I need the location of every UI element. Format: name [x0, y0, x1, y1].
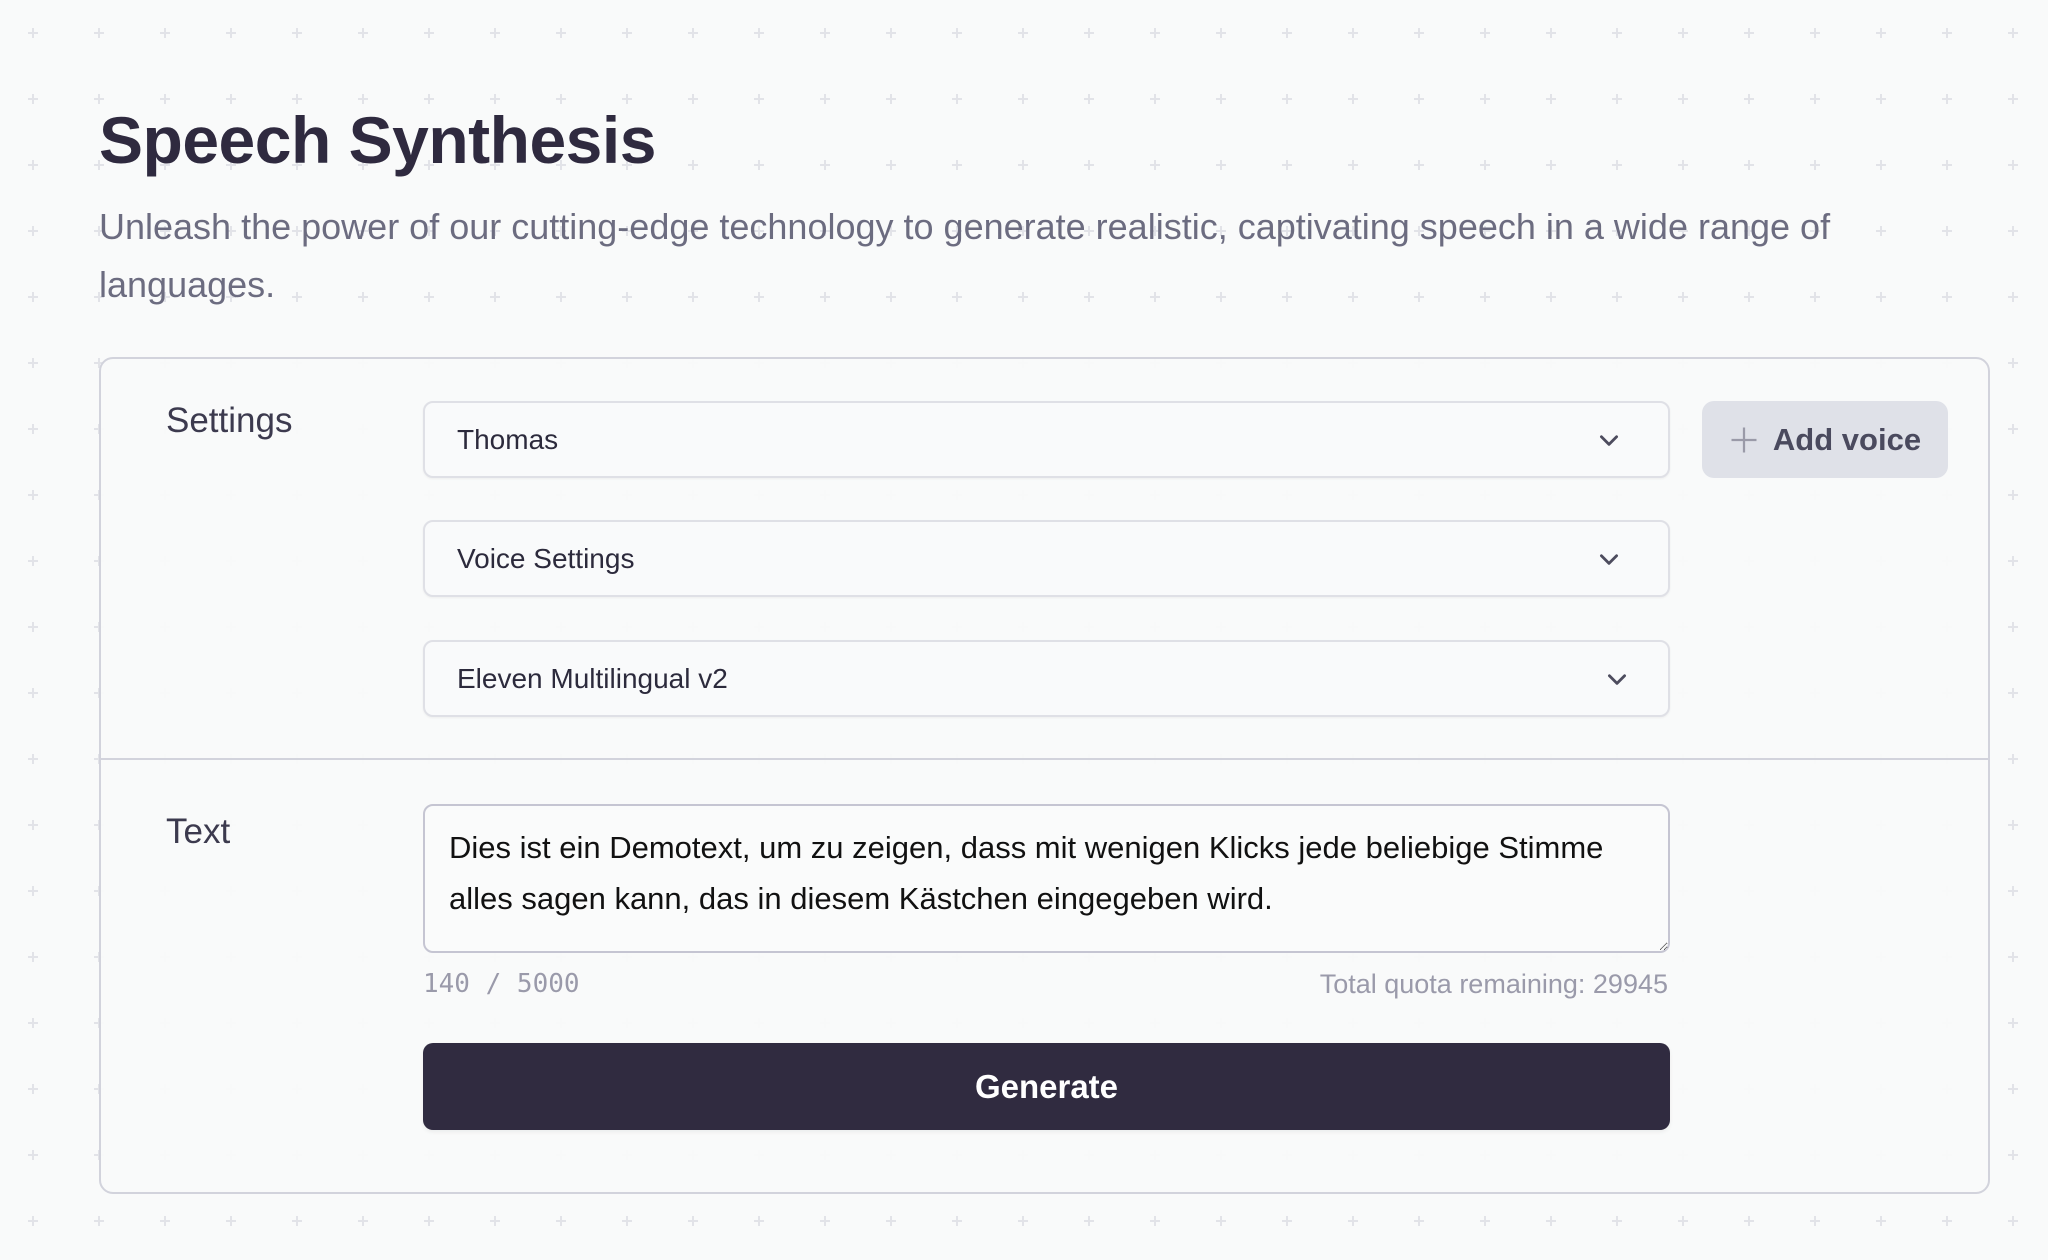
voice-settings-select-value: Voice Settings — [457, 542, 635, 574]
voice-select-value: Thomas — [457, 423, 559, 455]
voice-select[interactable]: Thomas — [423, 401, 1670, 478]
voice-settings-select[interactable]: Voice Settings — [423, 520, 1670, 597]
quota-value: 29945 — [1592, 969, 1668, 999]
chevron-down-icon — [1600, 434, 1618, 446]
text-input[interactable] — [423, 804, 1670, 953]
generate-button[interactable]: Generate — [423, 1043, 1670, 1130]
synthesis-card: Settings Thomas Add voice Voice Settings… — [99, 357, 1990, 1194]
plus-icon — [1731, 427, 1757, 452]
add-voice-label: Add voice — [1772, 421, 1922, 457]
text-section-label: Text — [166, 812, 231, 851]
quota-label: Total quota remaining: — [1319, 969, 1586, 999]
add-voice-button[interactable]: Add voice — [1702, 401, 1948, 478]
page-title: Speech Synthesis — [99, 103, 656, 177]
settings-section-label: Settings — [166, 401, 293, 440]
quota-remaining: Total quota remaining: 29945 — [1320, 969, 1668, 1000]
character-count: 140 / 5000 — [423, 969, 580, 999]
chevron-down-icon — [1608, 673, 1626, 685]
chevron-down-icon — [1600, 553, 1618, 565]
model-select-value: Eleven Multilingual v2 — [457, 662, 728, 694]
page-subtitle: Unleash the power of our cutting-edge te… — [99, 206, 1831, 305]
section-divider — [101, 758, 1988, 760]
model-select[interactable]: Eleven Multilingual v2 — [423, 640, 1670, 717]
